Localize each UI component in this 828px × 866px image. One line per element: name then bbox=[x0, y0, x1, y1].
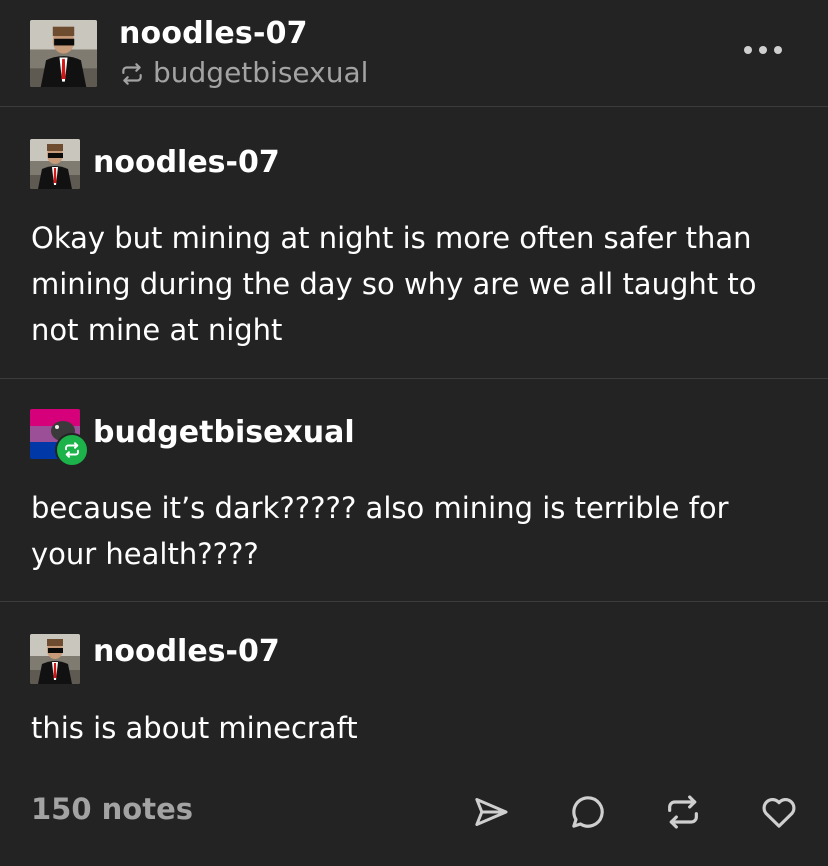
trail-blog-name[interactable]: budgetbisexual bbox=[93, 415, 355, 450]
avatar[interactable] bbox=[30, 20, 97, 87]
trail-text: because it’s dark????? also mining is te… bbox=[31, 491, 729, 571]
post-footer: 150 notes bbox=[0, 770, 828, 866]
reblogged-from[interactable]: budgetbisexual bbox=[119, 56, 368, 89]
avatar[interactable] bbox=[30, 634, 80, 684]
trail-text: Okay but mining at night is more often s… bbox=[31, 221, 757, 347]
post-header: noodles-07 budgetbisexual bbox=[0, 0, 828, 107]
more-icon[interactable] bbox=[744, 46, 782, 54]
reblogged-from-name: budgetbisexual bbox=[153, 56, 369, 89]
share-icon[interactable] bbox=[471, 792, 511, 832]
reblog-icon bbox=[119, 61, 145, 87]
like-icon[interactable] bbox=[759, 792, 799, 832]
trail-item: noodles-07 this is about minecraft bbox=[0, 602, 828, 767]
trail-item: budgetbisexual because it’s dark????? al… bbox=[0, 379, 828, 602]
trail-blog-name[interactable]: noodles-07 bbox=[93, 145, 280, 180]
trail-text: this is about minecraft bbox=[31, 711, 358, 745]
header-blog-name[interactable]: noodles-07 bbox=[119, 16, 308, 51]
reblog-icon[interactable] bbox=[663, 792, 703, 832]
post-card: noodles-07 budgetbisexual noodles-07 Oka… bbox=[0, 0, 828, 866]
avatar[interactable] bbox=[30, 139, 80, 189]
notes-count[interactable]: 150 notes bbox=[31, 792, 193, 826]
trail-blog-name[interactable]: noodles-07 bbox=[93, 634, 280, 669]
reply-icon[interactable] bbox=[568, 792, 608, 832]
trail-item: noodles-07 Okay but mining at night is m… bbox=[0, 107, 828, 379]
reblog-icon bbox=[55, 433, 89, 467]
